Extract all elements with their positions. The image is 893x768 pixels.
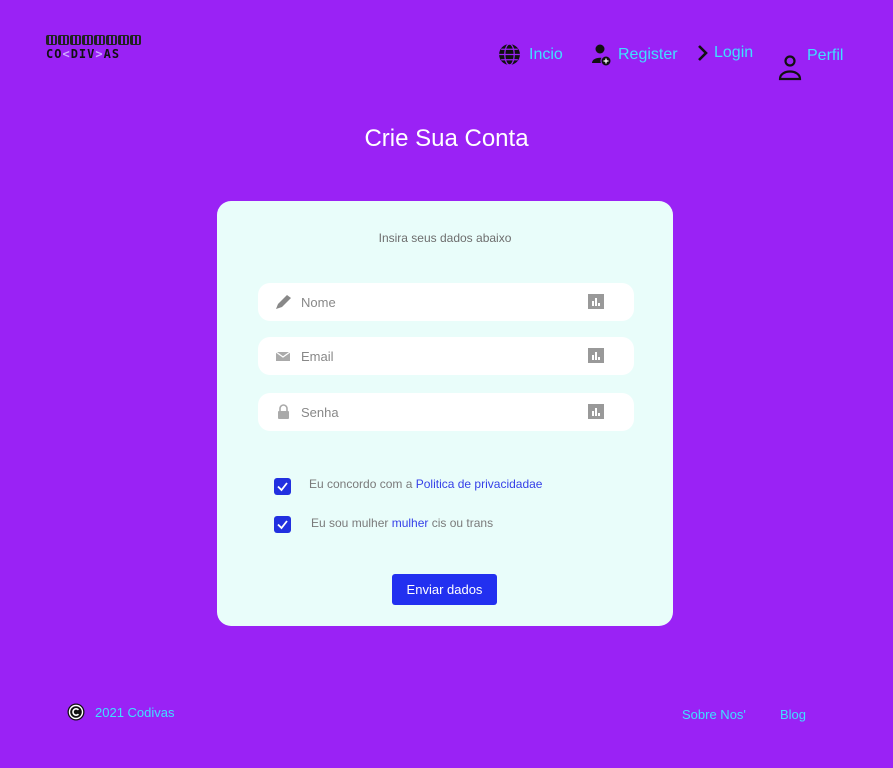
mail-icon	[275, 351, 291, 361]
mulher-link[interactable]: mulher	[392, 516, 429, 530]
footer-link-sobre-nos[interactable]: Sobre Nos'	[682, 707, 746, 722]
bar-chart-icon[interactable]	[588, 404, 604, 419]
submit-button[interactable]: Enviar dados	[392, 574, 497, 605]
bar-chart-icon[interactable]	[588, 348, 604, 363]
copyright-text: 2021 Codivas	[95, 704, 175, 720]
nav-login-label: Login	[714, 44, 754, 61]
women-label: Eu sou mulher mulher cis ou trans	[311, 516, 493, 530]
globe-icon	[499, 43, 520, 66]
women-suffix: cis ou trans	[428, 516, 494, 530]
password-input[interactable]	[301, 393, 581, 431]
logo-text: CO<DIV>AS	[46, 47, 121, 61]
footer-copyright: 2021 Codivas	[67, 703, 175, 721]
password-field	[258, 393, 634, 431]
privacy-text: Eu concordo com a	[309, 477, 416, 491]
logo-pattern	[46, 35, 150, 45]
copyright-icon	[67, 703, 85, 721]
form-subtitle: Insira seus dados abaixo	[378, 231, 512, 245]
email-input[interactable]	[301, 337, 581, 375]
email-field	[258, 337, 634, 375]
nav-perfil[interactable]: Perfil	[778, 45, 843, 81]
nav-login[interactable]: Login	[697, 44, 753, 62]
bar-chart-icon[interactable]	[588, 294, 604, 309]
privacy-policy-link[interactable]: Politica de privacidadae	[416, 477, 543, 491]
chevron-right-icon	[698, 45, 708, 61]
checkmark-icon	[277, 520, 288, 530]
privacy-checkbox[interactable]	[274, 478, 291, 495]
nav-perfil-label: Perfil	[807, 47, 844, 64]
add-user-icon	[592, 44, 612, 67]
checkmark-icon	[277, 482, 288, 492]
women-checkbox[interactable]	[274, 516, 291, 533]
name-field	[258, 283, 634, 321]
nav-incio[interactable]: Incio	[497, 42, 563, 67]
nav-register[interactable]: Register	[592, 43, 678, 67]
footer-link-blog[interactable]: Blog	[780, 707, 806, 722]
page-title: Crie Sua Conta	[364, 125, 529, 152]
women-text: Eu sou mulher	[311, 516, 392, 530]
codivas-logo[interactable]: CO<DIV>AS	[46, 35, 150, 65]
signup-card: Insira seus dados abaixo Nome Email Eu c…	[217, 201, 673, 626]
privacy-label: Eu concordo com a Politica de privacidad…	[309, 477, 542, 491]
pencil-icon	[276, 295, 291, 309]
nav-incio-label: Incio	[529, 45, 563, 63]
name-input[interactable]	[301, 283, 581, 321]
lock-icon	[278, 404, 289, 419]
user-icon	[778, 55, 802, 81]
nav-register-label: Register	[618, 46, 678, 63]
